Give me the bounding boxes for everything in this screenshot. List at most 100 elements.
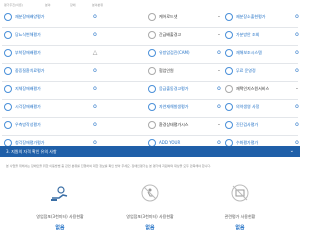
grid-row: 우측방작성평가 o 환경상태평가시스 - 진단검사평가 o bbox=[2, 118, 299, 136]
item-cell[interactable]: 무료 운영정 bbox=[225, 65, 281, 80]
category-icon bbox=[4, 13, 12, 21]
status-mark: o bbox=[93, 67, 97, 74]
category-icon bbox=[4, 121, 12, 129]
item-cell[interactable]: 응급출동경고평가 bbox=[148, 83, 211, 98]
status-mark: o bbox=[217, 103, 221, 110]
card-value: 없음 bbox=[235, 225, 245, 231]
breadcrumb: 평가추진(이론) 분야 장애 분야분류 bbox=[0, 0, 300, 9]
grid-row: 당뇨식변해평가 o 간급배출경고 - 가분방안 조회 o bbox=[2, 28, 299, 46]
item-label: 자연재해발생평가 bbox=[159, 104, 189, 109]
category-icon bbox=[148, 49, 156, 57]
category-icon bbox=[225, 121, 233, 129]
hand-wheelchair-icon bbox=[51, 186, 68, 201]
item-label: 응급출동경고평가 bbox=[159, 86, 189, 91]
item-cell[interactable]: 우측방작성평가 bbox=[4, 119, 79, 134]
item-cell[interactable]: 케어로드넷 bbox=[148, 11, 211, 26]
item-label: 환경상태평가시스 bbox=[159, 122, 189, 127]
item-label: 무료 운영정 bbox=[236, 68, 256, 73]
item-cell[interactable]: 시각장애배평가 bbox=[4, 101, 79, 116]
item-label: 당뇨식변해평가 bbox=[15, 32, 41, 37]
category-icon bbox=[148, 121, 156, 129]
item-cell[interactable]: 제분장소출현평가 bbox=[225, 11, 281, 26]
card-label: 영업점포(3천미터) 사용현황 bbox=[36, 214, 84, 219]
grid-row: 재분장애배양평가 o 케어로드넷 - 제분장소출현평가 o bbox=[2, 10, 299, 28]
item-cell[interactable]: 협업인원 bbox=[148, 65, 211, 80]
breadcrumb-item[interactable]: 장애 bbox=[70, 3, 76, 7]
status-mark: o bbox=[217, 49, 221, 56]
item-cell[interactable]: 자연재해발생평가 bbox=[148, 101, 211, 116]
item-cell[interactable]: 부착장애배평가 bbox=[4, 47, 79, 62]
item-label: 간급배출경고 bbox=[159, 32, 182, 37]
item-cell[interactable]: 당뇨식변해평가 bbox=[4, 29, 79, 44]
item-label: 의약생영 사정 bbox=[236, 104, 260, 109]
status-mark: o bbox=[93, 31, 97, 38]
status-mark: o bbox=[295, 67, 299, 74]
item-cell[interactable]: 가분방안 조회 bbox=[225, 29, 281, 44]
item-label: 재분장애배양평가 bbox=[15, 14, 45, 19]
section-description: 본 사업을 위해서는 장애인을 위한 이동방법 중 관련 분류를 진행하여 대한… bbox=[6, 164, 212, 168]
category-icon bbox=[225, 31, 233, 39]
item-cell[interactable]: 환경상태평가시스 bbox=[148, 119, 211, 134]
item-cell[interactable]: 의약생영 사정 bbox=[225, 101, 281, 116]
item-cell[interactable]: 진단검사평가 bbox=[225, 119, 281, 134]
item-label: 우측방작성평가 bbox=[15, 122, 41, 127]
status-mark: o bbox=[93, 13, 97, 20]
status-mark: - bbox=[217, 121, 221, 128]
item-label: 중증질환치료평가 bbox=[15, 68, 45, 73]
card-value: 없음 bbox=[145, 225, 155, 231]
grid-row: 시각장애배평가 o 자연재해발생평가 o 의약생영 사정 o bbox=[2, 100, 299, 118]
item-cell[interactable]: 간급배출경고 bbox=[148, 29, 211, 44]
item-label: 제분장소출현평가 bbox=[236, 14, 266, 19]
category-icon bbox=[4, 85, 12, 93]
item-cell[interactable]: 재택인지스원서비스 bbox=[225, 83, 281, 98]
status-mark: - bbox=[217, 31, 221, 38]
section-banner[interactable]: 3. 지원의 자격 확인 유의 사항 ⌄ bbox=[0, 146, 300, 157]
breadcrumb-item[interactable]: 분야분류 bbox=[92, 3, 103, 7]
card-label: 관련평가 사용현황 bbox=[224, 214, 256, 219]
status-mark: o bbox=[295, 31, 299, 38]
category-icon bbox=[4, 67, 12, 75]
usage-card: 관련평가 사용현황 없음 bbox=[200, 182, 280, 245]
item-label: ADD YOUR bbox=[159, 140, 181, 145]
category-icon bbox=[4, 103, 12, 111]
status-mark: o bbox=[295, 103, 299, 110]
breadcrumb-item[interactable]: 평가추진(이론) bbox=[4, 3, 23, 7]
breadcrumb-item[interactable]: 분야 bbox=[45, 3, 51, 7]
status-grid: 재분장애배양평가 o 케어로드넷 - 제분장소출현평가 o 당뇨식변해평가 o … bbox=[2, 10, 299, 154]
status-mark: o bbox=[93, 121, 97, 128]
category-icon bbox=[148, 13, 156, 21]
item-cell[interactable]: 재해보조시스템 bbox=[225, 47, 281, 62]
status-mark: o bbox=[295, 121, 299, 128]
item-cell[interactable]: 유방암검진(CAM) bbox=[148, 47, 211, 62]
item-label: 재택인지스원서비스 bbox=[236, 86, 270, 91]
card-label: 영업점포(3천미터) 사용현황 bbox=[126, 214, 174, 219]
item-label: 협업인원 bbox=[159, 68, 174, 73]
category-icon bbox=[225, 85, 233, 93]
category-icon bbox=[4, 31, 12, 39]
no-device-icon bbox=[231, 184, 249, 202]
item-label: 재해보조시스템 bbox=[236, 50, 262, 55]
category-icon bbox=[148, 31, 156, 39]
item-label: 유방암검진(CAM) bbox=[159, 50, 190, 55]
category-icon bbox=[4, 49, 12, 57]
item-label: 케어로드넷 bbox=[159, 14, 178, 19]
category-icon bbox=[225, 67, 233, 75]
status-mark: △ bbox=[92, 49, 98, 56]
category-icon bbox=[148, 67, 156, 75]
item-cell[interactable]: 중증질환치료평가 bbox=[4, 65, 79, 80]
status-mark: - bbox=[217, 67, 221, 74]
category-icon bbox=[225, 13, 233, 21]
status-mark: - bbox=[217, 13, 221, 20]
usage-card: 영업점포(3천미터) 사용현황 없음 bbox=[110, 182, 190, 245]
category-icon bbox=[225, 49, 233, 57]
item-label: 부착장애배평가 bbox=[15, 50, 41, 55]
wheelchair-blocked-icon bbox=[141, 184, 159, 202]
grid-row: 부착장애배평가 △ 유방암검진(CAM) o 재해보조시스템 o bbox=[2, 46, 299, 64]
grid-row: 지체장애배평가 o 응급출동경고평가 o 재택인지스원서비스 - bbox=[2, 82, 298, 100]
item-cell[interactable]: 재분장애배양평가 bbox=[4, 11, 79, 26]
item-label: 진단검사평가 bbox=[236, 122, 259, 127]
category-icon bbox=[148, 85, 156, 93]
status-mark: o bbox=[217, 85, 221, 92]
item-cell[interactable]: 지체장애배평가 bbox=[4, 83, 79, 98]
section-title: 3. 지원의 자격 확인 유의 사항 bbox=[6, 149, 57, 154]
